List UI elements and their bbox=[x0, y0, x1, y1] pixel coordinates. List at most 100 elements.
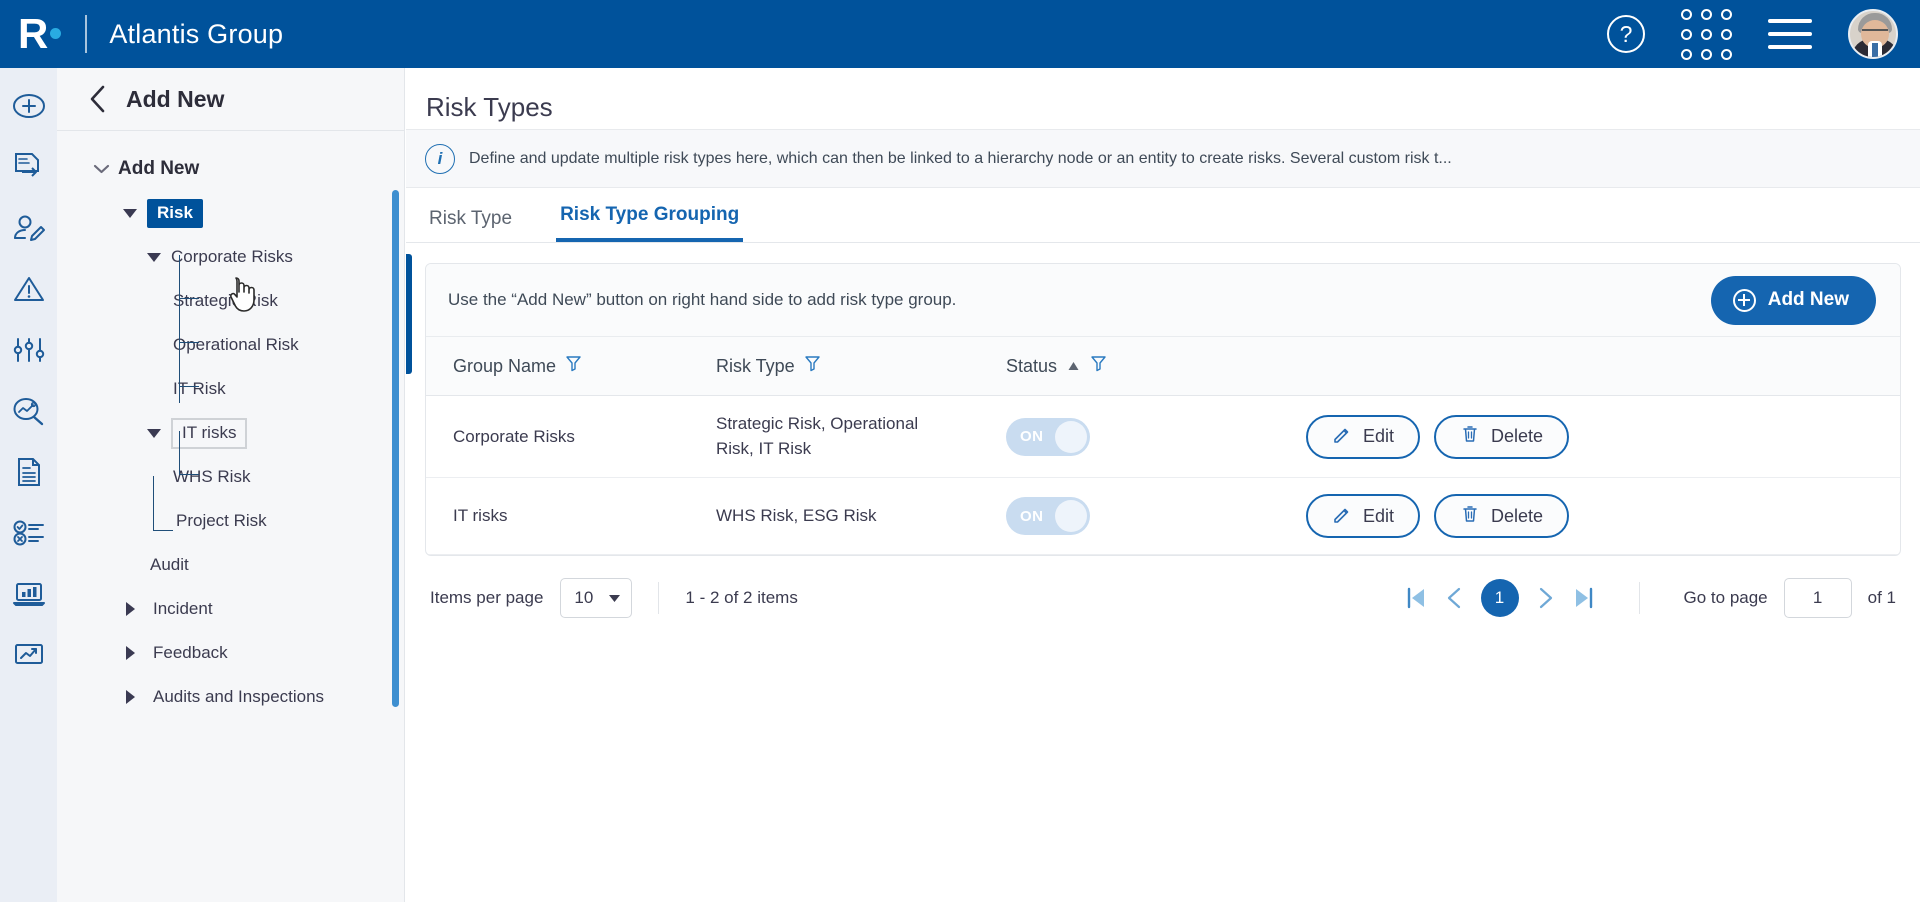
laptop-report-icon[interactable] bbox=[9, 574, 49, 614]
status-toggle[interactable]: ON bbox=[1006, 497, 1090, 536]
current-page-button[interactable]: 1 bbox=[1480, 579, 1519, 618]
settings-sliders-icon[interactable] bbox=[9, 330, 49, 370]
filter-icon[interactable] bbox=[565, 355, 582, 377]
tree-item-feedback[interactable]: Feedback bbox=[57, 631, 404, 675]
tree-item-incident[interactable]: Incident bbox=[57, 587, 404, 631]
tab-risk-type[interactable]: Risk Type bbox=[425, 208, 516, 242]
status-toggle-label: ON bbox=[1020, 428, 1044, 446]
menu-bar bbox=[1768, 19, 1812, 23]
pencil-icon bbox=[1332, 424, 1352, 449]
caret-down-icon[interactable] bbox=[143, 251, 165, 263]
last-page-icon[interactable] bbox=[1573, 586, 1595, 610]
tree-item-it-risks[interactable]: IT risks bbox=[57, 411, 404, 455]
sidebar-scrollbar[interactable] bbox=[392, 190, 399, 707]
page-title-bar: Risk Types bbox=[406, 68, 1920, 130]
tree-item-add-new[interactable]: Add New bbox=[57, 147, 404, 191]
column-header-status[interactable]: Status bbox=[1006, 336, 1306, 396]
person-edit-icon[interactable] bbox=[9, 208, 49, 248]
status-toggle-label: ON bbox=[1020, 507, 1044, 525]
cell-status: ON bbox=[1006, 477, 1306, 556]
table-header-row: Group Name Risk Type Status bbox=[426, 336, 1900, 396]
grid-dot bbox=[1701, 48, 1712, 60]
tree-item-operational-risk[interactable]: Operational Risk bbox=[57, 323, 404, 367]
status-toggle[interactable]: ON bbox=[1006, 417, 1090, 456]
add-icon[interactable] bbox=[9, 86, 49, 126]
tree-label-add-new: Add New bbox=[118, 158, 200, 179]
tree-item-project-risk[interactable]: Project Risk bbox=[57, 499, 404, 543]
tree-item-strategic-risk[interactable]: Strategic Risk bbox=[57, 279, 404, 323]
tree-item-audit[interactable]: Audit bbox=[57, 543, 404, 587]
filter-icon[interactable] bbox=[1090, 355, 1107, 377]
trash-icon bbox=[1460, 504, 1480, 529]
tree-item-whs-risk[interactable]: WHS Risk bbox=[57, 455, 404, 499]
tree-label-audit: Audit bbox=[150, 555, 189, 574]
info-banner: i Define and update multiple risk types … bbox=[406, 130, 1920, 188]
caret-down-icon[interactable] bbox=[119, 207, 141, 219]
column-header-group-name[interactable]: Group Name bbox=[426, 336, 716, 396]
chevron-down-icon[interactable] bbox=[90, 163, 112, 175]
add-new-button[interactable]: Add New bbox=[1710, 275, 1876, 325]
tab-risk-type-grouping[interactable]: Risk Type Grouping bbox=[556, 204, 744, 242]
brand-logo[interactable]: R bbox=[0, 13, 62, 55]
pagination-divider bbox=[658, 582, 660, 615]
go-to-page-input[interactable] bbox=[1783, 578, 1852, 619]
first-page-icon[interactable] bbox=[1405, 586, 1427, 610]
delete-button[interactable]: Delete bbox=[1434, 414, 1570, 459]
tree-item-audits-and-inspections[interactable]: Audits and Inspections bbox=[57, 675, 404, 719]
tree-item-risk[interactable]: Risk bbox=[57, 191, 404, 235]
grid-dot bbox=[1721, 48, 1732, 60]
tree-item-corporate-risks[interactable]: Corporate Risks bbox=[57, 235, 404, 279]
items-per-page-label: Items per page bbox=[430, 588, 544, 608]
sort-ascending-icon[interactable] bbox=[1066, 356, 1081, 377]
tree-label-audits-and-inspections: Audits and Inspections bbox=[153, 687, 325, 706]
tree-item-it-risk[interactable]: IT Risk bbox=[57, 367, 404, 411]
apps-grid-icon[interactable] bbox=[1681, 8, 1732, 60]
analytics-search-icon[interactable] bbox=[9, 391, 49, 431]
pagination-range-text: 1 - 2 of 2 items bbox=[685, 588, 798, 608]
next-page-icon[interactable] bbox=[1537, 586, 1555, 610]
help-icon[interactable]: ? bbox=[1607, 15, 1645, 53]
card-hint-text: Use the “Add New” button on right hand s… bbox=[448, 290, 957, 309]
grid-dot bbox=[1721, 8, 1732, 20]
grid-dot bbox=[1681, 28, 1692, 40]
previous-page-icon[interactable] bbox=[1445, 586, 1463, 610]
trash-icon bbox=[1460, 424, 1480, 449]
help-glyph: ? bbox=[1619, 20, 1633, 47]
caret-right-icon[interactable] bbox=[119, 601, 141, 617]
app-title: Atlantis Group bbox=[109, 18, 284, 49]
current-page-label: 1 bbox=[1494, 588, 1505, 608]
chevron-down-icon bbox=[608, 588, 621, 608]
column-header-actions bbox=[1306, 336, 1900, 396]
sidebar-header: Add New bbox=[57, 68, 404, 131]
edit-button[interactable]: Edit bbox=[1306, 414, 1421, 459]
cell-group-name: IT risks bbox=[426, 477, 716, 556]
grid-dot bbox=[1701, 28, 1712, 40]
header-divider bbox=[85, 15, 88, 53]
risk-type-grouping-table: Group Name Risk Type Status Corporate Ri… bbox=[426, 336, 1900, 556]
checklist-icon[interactable] bbox=[9, 513, 49, 553]
caret-down-icon[interactable] bbox=[143, 427, 165, 439]
main-content: Risk Types i Define and update multiple … bbox=[406, 68, 1920, 902]
menu-icon[interactable] bbox=[1768, 19, 1812, 49]
column-header-risk-type[interactable]: Risk Type bbox=[716, 336, 1006, 396]
warning-icon[interactable] bbox=[9, 269, 49, 309]
delete-button[interactable]: Delete bbox=[1434, 494, 1570, 539]
filter-icon[interactable] bbox=[804, 355, 821, 377]
column-header-status-label: Status bbox=[1006, 355, 1058, 376]
caret-right-icon[interactable] bbox=[119, 689, 141, 705]
document-icon[interactable] bbox=[9, 452, 49, 492]
pagination-bar: Items per page 10 1 - 2 of 2 items 1 Go … bbox=[406, 556, 1920, 619]
edit-button[interactable]: Edit bbox=[1306, 494, 1421, 539]
tree-label-feedback: Feedback bbox=[153, 643, 228, 662]
document-transfer-icon[interactable] bbox=[9, 147, 49, 187]
add-new-button-label: Add New bbox=[1767, 289, 1849, 310]
avatar[interactable] bbox=[1848, 9, 1898, 59]
cell-risk-type: Strategic Risk, Operational Risk, IT Ris… bbox=[716, 395, 1006, 479]
grid-dot bbox=[1721, 28, 1732, 40]
grid-dot bbox=[1681, 48, 1692, 60]
items-per-page-select[interactable]: 10 bbox=[560, 578, 633, 619]
back-chevron-icon[interactable] bbox=[88, 84, 108, 114]
caret-right-icon[interactable] bbox=[119, 645, 141, 661]
trend-report-icon[interactable] bbox=[9, 635, 49, 675]
status-toggle-knob bbox=[1055, 420, 1087, 453]
